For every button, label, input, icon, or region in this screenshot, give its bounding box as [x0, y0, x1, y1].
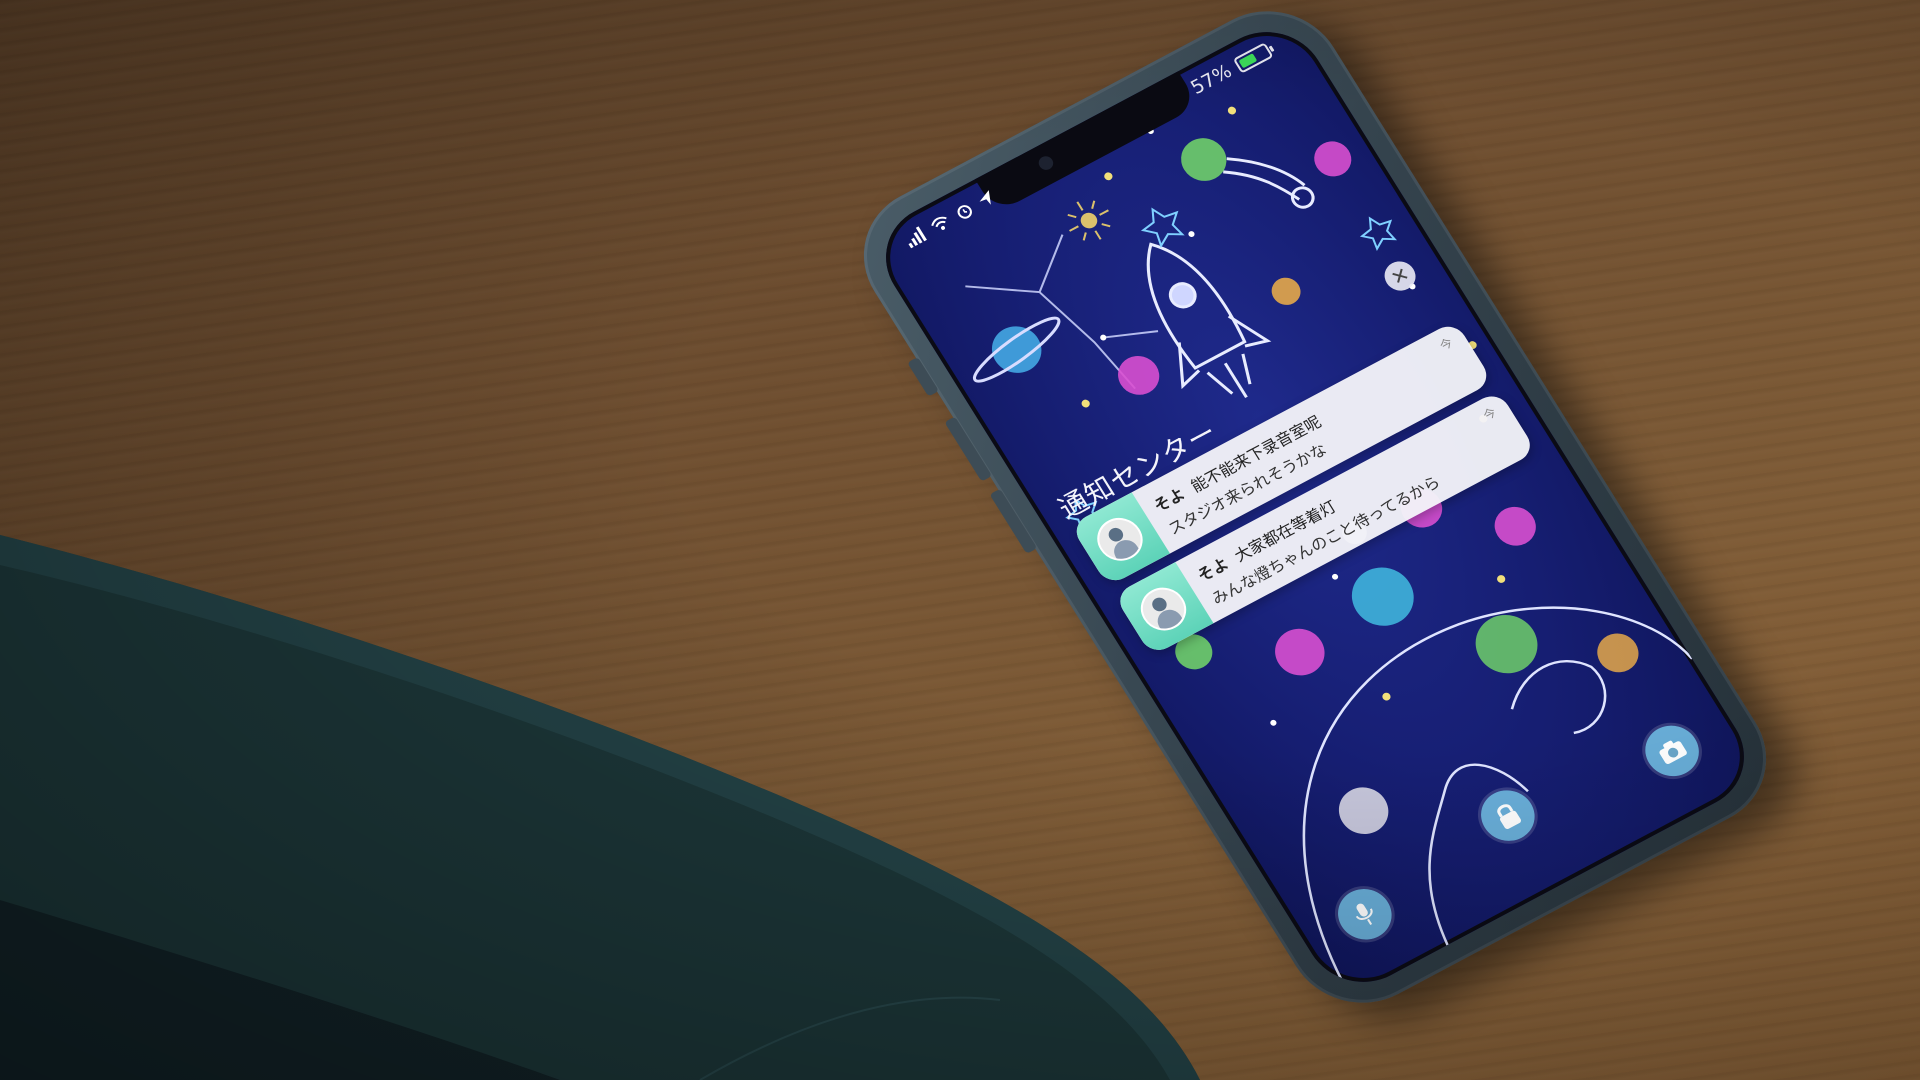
lock-icon: [1497, 804, 1522, 829]
close-icon: ✕: [1386, 261, 1414, 291]
avatar: [1088, 510, 1152, 569]
battery-level-fill: [1238, 52, 1258, 68]
front-camera: [1036, 153, 1056, 173]
camera-icon: [1659, 740, 1687, 764]
microphone-icon: [1355, 903, 1373, 925]
scene: 57% ✕ 通知センター そよ 能不能来下录音室呢 スタジオ来られそうかな 今 …: [0, 0, 1920, 1080]
smartphone: 57% ✕ 通知センター そよ 能不能来下录音室呢 スタジオ来られそうかな 今 …: [836, 0, 1794, 1028]
avatar: [1132, 580, 1195, 639]
